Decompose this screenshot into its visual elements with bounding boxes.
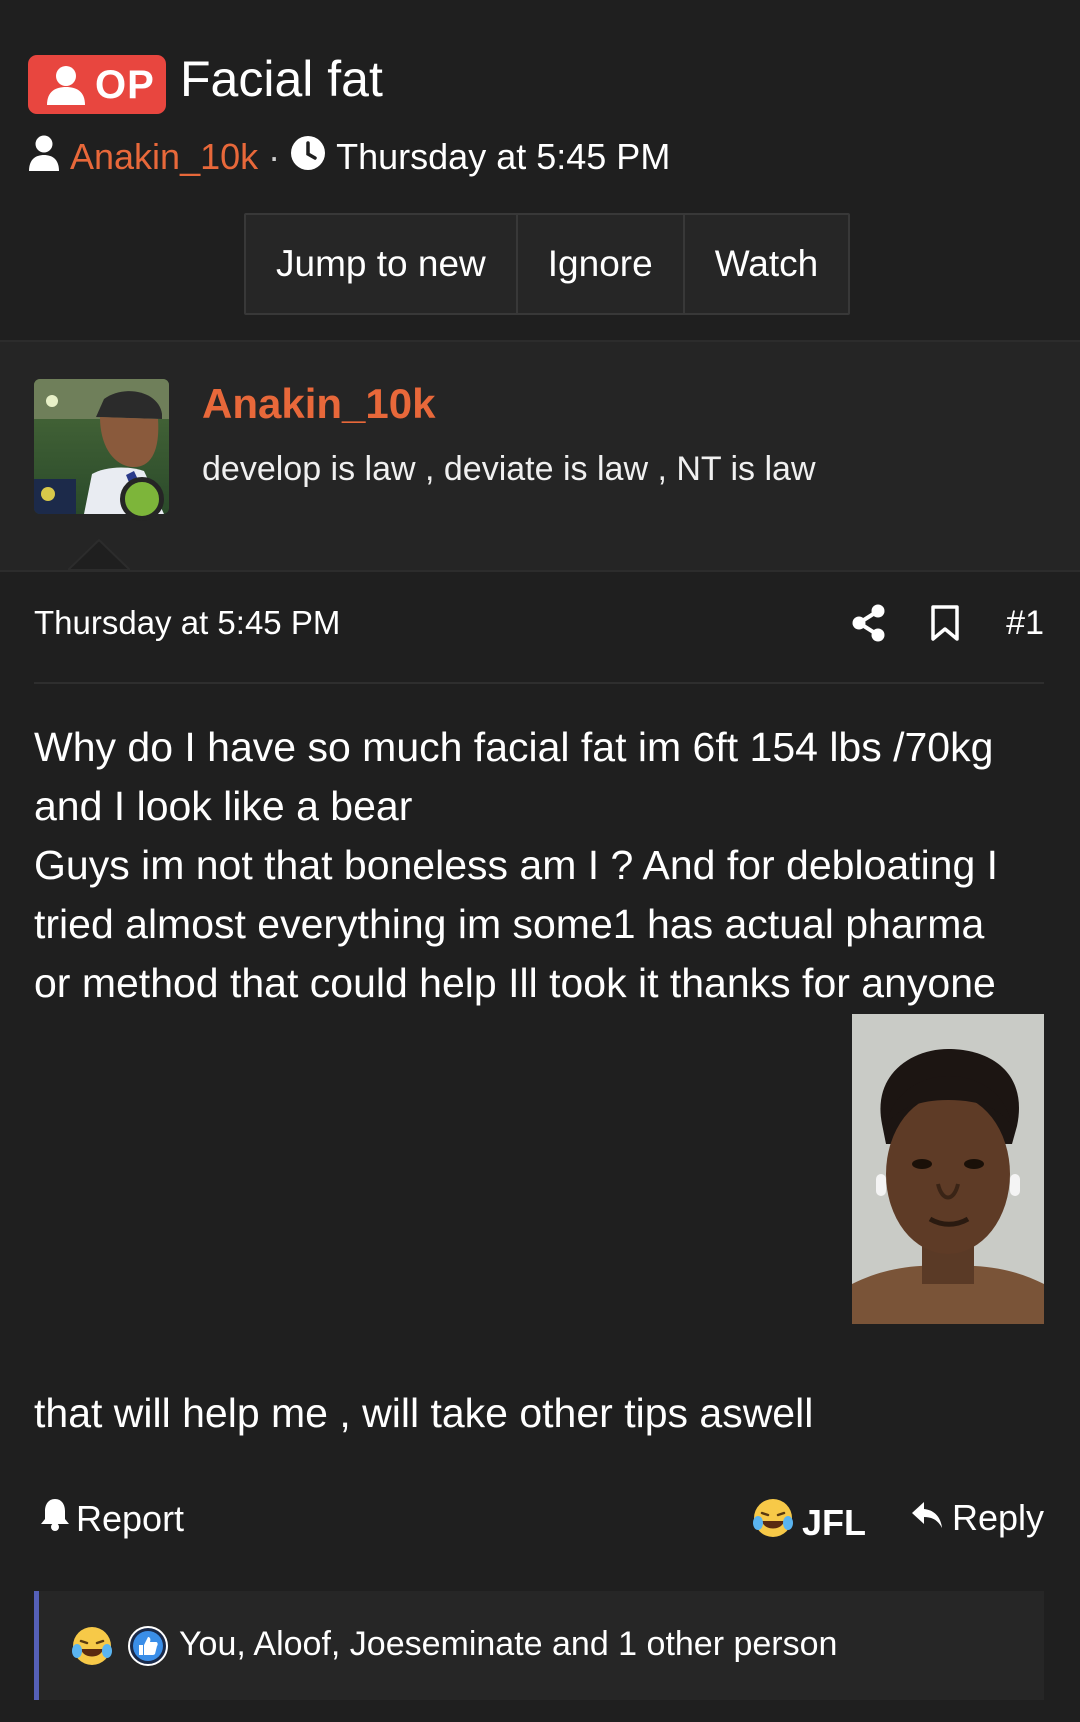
online-status-indicator — [120, 477, 164, 521]
post-meta: Thursday at 5:45 PM #1 — [34, 600, 1044, 650]
op-badge: OP — [28, 55, 166, 114]
reactions-summary[interactable]: You, Aloof, Joeseminate and 1 other pers… — [34, 1591, 1044, 1700]
reply-button[interactable]: Reply — [910, 1497, 1044, 1539]
reply-arrow-icon — [910, 1497, 944, 1539]
post-body-line: Why do I have so much facial fat im 6ft … — [34, 724, 994, 770]
crying-laughing-emoji-icon — [752, 1497, 794, 1548]
thread-header: OP Facial fat Anakin_10k · Thursday at 5… — [0, 0, 1080, 338]
separator: · — [268, 136, 281, 177]
reply-label: Reply — [951, 1497, 1044, 1538]
post-image[interactable] — [852, 1014, 1044, 1324]
reactions-users: You, Aloof, Joeseminate and 1 other pers… — [179, 1625, 838, 1663]
thread-actions: Jump to new Ignore Watch — [244, 213, 851, 315]
jfl-reaction-button[interactable]: JFL — [752, 1497, 866, 1548]
thread-time[interactable]: Thursday at 5:45 PM — [336, 136, 670, 178]
report-button[interactable]: Report — [40, 1497, 184, 1540]
post-body-line: Guys im not that boneless am I ? And for… — [34, 842, 999, 888]
post-date[interactable]: Thursday at 5:45 PM — [34, 604, 340, 642]
share-icon[interactable] — [852, 604, 886, 647]
divider — [34, 682, 1044, 684]
user-icon — [28, 135, 60, 180]
card-pointer — [68, 538, 130, 570]
author-signature: develop is law , deviate is law , NT is … — [202, 450, 816, 488]
bell-icon — [40, 1497, 70, 1540]
post-author-card: Anakin_10k develop is law , deviate is l… — [0, 340, 1080, 572]
post-body-line: that will help me , will take other tips… — [34, 1390, 814, 1436]
op-badge-label: OP — [95, 63, 155, 107]
thread-author-link[interactable]: Anakin_10k — [70, 136, 258, 178]
jump-to-new-button[interactable]: Jump to new — [246, 215, 518, 313]
ignore-button[interactable]: Ignore — [518, 215, 685, 313]
post-body: Why do I have so much facial fat im 6ft … — [34, 718, 1054, 1013]
bookmark-icon[interactable] — [930, 604, 960, 647]
post-body-line: or method that could help Ill took it th… — [34, 960, 996, 1006]
post-number-link[interactable]: #1 — [1006, 604, 1044, 643]
watch-button[interactable]: Watch — [685, 215, 848, 313]
post-author-name[interactable]: Anakin_10k — [202, 380, 435, 428]
thread-title: Facial fat — [180, 51, 383, 107]
post-body-line: and I look like a bear — [34, 783, 413, 829]
clock-icon — [290, 135, 326, 180]
report-label: Report — [76, 1497, 185, 1539]
post-actions: Report JFL Reply — [40, 1497, 1044, 1547]
crying-laughing-emoji-icon — [71, 1625, 113, 1672]
thread-meta: Anakin_10k · Thursday at 5:45 PM — [28, 135, 670, 179]
thumbs-up-icon — [127, 1625, 169, 1672]
post-body-line: tried almost everything im some1 has act… — [34, 901, 985, 947]
jfl-label: JFL — [802, 1501, 867, 1543]
user-icon — [44, 65, 88, 110]
